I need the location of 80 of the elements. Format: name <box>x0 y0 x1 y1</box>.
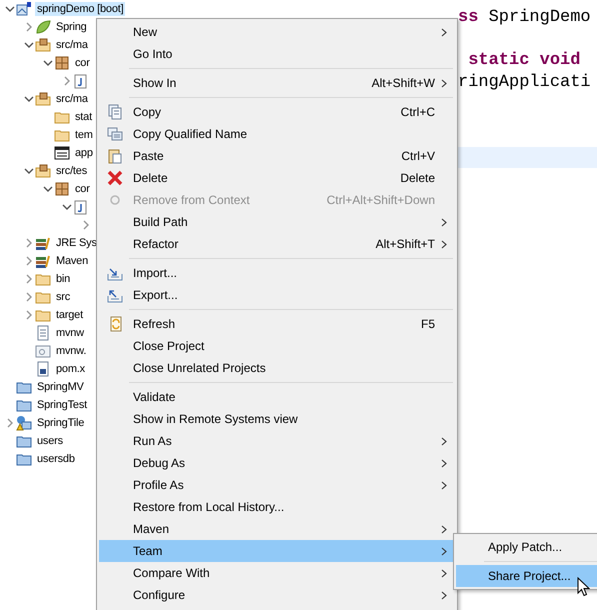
code-line: ss SpringDemo <box>458 7 591 28</box>
tree-item[interactable]: Spring <box>54 20 89 34</box>
package-icon <box>54 181 70 197</box>
table-icon <box>54 145 70 161</box>
menu-item[interactable]: New <box>99 21 455 43</box>
menu-item[interactable]: Delete Delete <box>99 167 455 189</box>
leaf-icon <box>35 19 51 35</box>
copy-icon <box>107 126 123 142</box>
menu-item[interactable]: Run As <box>99 430 455 452</box>
menu-item[interactable]: Maven <box>99 518 455 540</box>
cursor-icon <box>577 577 590 597</box>
tree-item[interactable]: SpringTest <box>35 398 89 412</box>
menu-item[interactable]: Refresh F5 <box>99 313 455 335</box>
menu-item[interactable]: Go Into <box>99 43 455 65</box>
menu-item[interactable]: Close Unrelated Projects <box>99 357 455 379</box>
menu-item[interactable]: Export... <box>99 284 455 306</box>
paste-icon <box>107 148 123 164</box>
text-file-icon <box>35 325 51 341</box>
tree-item[interactable]: users <box>35 434 65 448</box>
menu-item[interactable]: Debug As <box>99 452 455 474</box>
menu-item[interactable]: Configure <box>99 584 455 606</box>
project-warning-icon <box>16 415 32 431</box>
tree-item[interactable]: src <box>54 290 72 304</box>
chevron-icon[interactable] <box>24 166 34 176</box>
package-folder-icon <box>35 91 51 107</box>
menu-item[interactable]: Show In Alt+Shift+W <box>99 72 455 94</box>
chevron-icon[interactable] <box>43 184 53 194</box>
menu-item[interactable]: Share Project... <box>456 565 597 587</box>
tree-item[interactable]: tem <box>73 128 95 142</box>
menu-item[interactable]: Copy Ctrl+C <box>99 101 455 123</box>
menu-item[interactable]: Copy Qualified Name <box>99 123 455 145</box>
chevron-icon[interactable] <box>5 4 15 14</box>
tree-item[interactable]: SpringTile <box>35 416 86 430</box>
java-file-icon <box>73 199 89 215</box>
package-folder-icon <box>35 37 51 53</box>
menu-item[interactable]: Import... <box>99 262 455 284</box>
tree-item[interactable]: src/tes <box>54 164 89 178</box>
menu-item[interactable]: Refactor Alt+Shift+T <box>99 233 455 255</box>
menu-item[interactable]: Close Project <box>99 335 455 357</box>
menu-item[interactable]: Validate <box>99 386 455 408</box>
java-file-icon <box>73 73 89 89</box>
chevron-icon[interactable] <box>24 40 34 50</box>
menu-item[interactable]: Show in Remote Systems view <box>99 408 455 430</box>
tree-item[interactable]: springDemo [boot] <box>35 2 126 16</box>
copy-icon <box>107 104 123 120</box>
tree-item[interactable]: SpringMV <box>35 380 86 394</box>
library-icon <box>35 253 51 269</box>
package-icon <box>54 55 70 71</box>
menu-item[interactable]: Profile As <box>99 474 455 496</box>
tree-item[interactable]: usersdb <box>35 452 77 466</box>
tree-item[interactable]: stat <box>73 110 94 124</box>
tree-item[interactable]: bin <box>54 272 72 286</box>
tree-item[interactable]: src/ma <box>54 38 90 52</box>
tree-item[interactable]: JRE Sys <box>54 236 99 250</box>
library-icon <box>35 235 51 251</box>
delete-icon <box>107 170 123 186</box>
tree-item[interactable]: src/ma <box>54 92 90 106</box>
tree-item[interactable]: target <box>54 308 85 322</box>
chevron-icon[interactable] <box>43 58 53 68</box>
menu-item[interactable]: Apply Patch... <box>456 536 597 558</box>
menu-item[interactable]: Paste Ctrl+V <box>99 145 455 167</box>
menu-item[interactable]: Build Path <box>99 211 455 233</box>
project-icon <box>16 1 32 17</box>
maven-file-icon <box>35 361 51 377</box>
menu-item[interactable]: Team <box>99 540 455 562</box>
tree-item[interactable]: cor <box>73 182 92 196</box>
tree-item[interactable]: mvnw. <box>54 344 88 358</box>
tree-item[interactable]: Maven <box>54 254 90 268</box>
code-line: ringApplicati <box>458 72 591 93</box>
menu-item[interactable]: Compare With <box>99 562 455 584</box>
chevron-icon[interactable] <box>62 202 72 212</box>
script-file-icon <box>35 343 51 359</box>
package-folder-icon <box>35 163 51 179</box>
chevron-icon[interactable] <box>24 94 34 104</box>
menu-item[interactable]: Restore from Local History... <box>99 496 455 518</box>
tree-item[interactable]: cor <box>73 56 92 70</box>
code-line: static void <box>467 50 580 72</box>
tree-item[interactable]: app <box>73 146 95 160</box>
tree-item[interactable]: pom.x <box>54 362 87 376</box>
tree-item[interactable]: mvnw <box>54 326 86 340</box>
